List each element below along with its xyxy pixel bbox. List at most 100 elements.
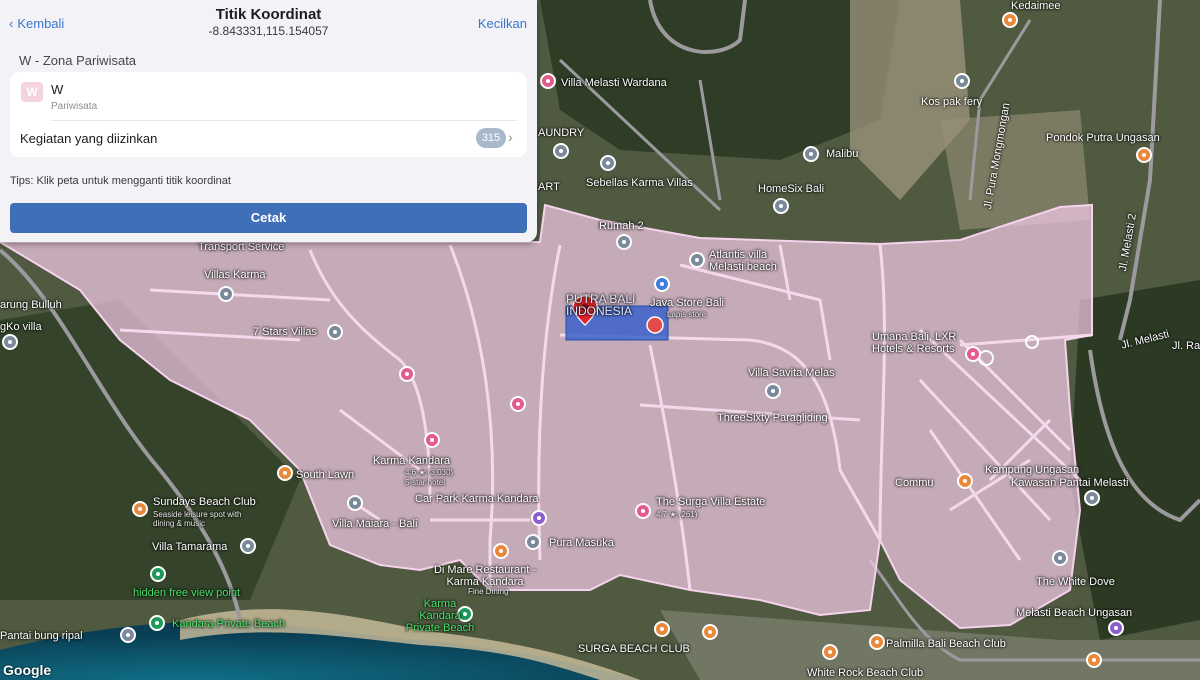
restaurant-icon[interactable] <box>702 624 718 640</box>
restaurant-icon[interactable] <box>132 501 148 517</box>
map-label: arung Bulluh <box>0 299 62 311</box>
map-label: Melasti Beach Ungasan <box>1016 607 1133 619</box>
allowed-activities-label: Kegiatan yang diizinkan <box>20 131 158 146</box>
restaurant-icon[interactable] <box>957 473 973 489</box>
panel-title: Titik Koordinat <box>215 6 322 23</box>
selected-area-badge <box>646 316 664 334</box>
map-label: 7 Stars Villas <box>253 326 317 338</box>
hotel-icon[interactable] <box>635 503 651 519</box>
map-label: Villa Savita Melas <box>748 367 835 379</box>
map-label: Villa Melasti Wardana <box>561 77 667 89</box>
map-label: 4.6 ★ (3,030) <box>405 468 454 477</box>
map-label: Transport Service <box>198 241 285 253</box>
minimize-button[interactable]: Kecilkan <box>478 16 527 31</box>
map-label: Commu <box>895 477 934 489</box>
map-label: Villas Karma <box>204 269 266 281</box>
restaurant-icon[interactable] <box>277 465 293 481</box>
restaurant-icon[interactable] <box>822 644 838 660</box>
map-label: Villa Tamarama <box>152 541 228 553</box>
coordinate-panel: ‹ Kembali Titik Koordinat -8.843331,115.… <box>0 0 537 242</box>
map-label: Umana Bali, LXR Hotels & Resorts <box>872 331 957 355</box>
worship-icon[interactable] <box>525 534 541 550</box>
map-label: ART <box>538 181 560 193</box>
hotel-icon[interactable] <box>424 432 440 448</box>
place-icon[interactable] <box>773 198 789 214</box>
place-icon[interactable] <box>1084 490 1100 506</box>
map-label: Pondok Putra Ungasan <box>1046 132 1160 144</box>
map-label: hidden free view point <box>133 587 241 599</box>
chevron-right-icon: › <box>508 129 513 145</box>
place-icon[interactable] <box>1052 550 1068 566</box>
map-label: Sebellas Karma Villas <box>586 177 693 189</box>
map-label: Sundays Beach Club <box>153 496 256 508</box>
place-icon[interactable] <box>347 495 363 511</box>
map-label: Kedaimee <box>1011 0 1061 12</box>
map-label: Di Mare Restaurant - Karma Kandara <box>433 564 537 588</box>
place-icon[interactable] <box>327 324 343 340</box>
print-button[interactable]: Cetak <box>10 203 527 233</box>
map-label: Kampung Ungasan <box>985 464 1080 476</box>
restaurant-icon[interactable] <box>1136 147 1152 163</box>
map-label: Jl. Ra <box>1172 340 1200 352</box>
beach-icon[interactable] <box>149 615 165 631</box>
place-icon[interactable] <box>1108 620 1124 636</box>
hotel-icon[interactable] <box>965 346 981 362</box>
coordinate-value: -8.843331,115.154057 <box>208 24 329 38</box>
map-label: The Surga Villa Estate <box>656 496 766 508</box>
place-icon[interactable] <box>240 538 256 554</box>
map-label: 4.7 ★ (261) <box>656 510 698 519</box>
zone-code: W <box>51 82 64 97</box>
map-label: 5-star hotel <box>405 478 446 487</box>
google-logo: Google <box>3 662 52 678</box>
map-label: Car Park Karma Kandara <box>415 493 539 505</box>
viewpoint-icon[interactable] <box>150 566 166 582</box>
place-icon[interactable] <box>616 234 632 250</box>
activities-count-badge: 315 <box>476 128 506 148</box>
store-icon[interactable] <box>654 276 670 292</box>
map-label: Kos pak fery <box>921 96 983 108</box>
map-label: Kawasan Pantai Melasti <box>1011 477 1129 489</box>
map-label: Malibu <box>826 148 859 160</box>
place-icon[interactable] <box>2 334 18 350</box>
hotel-icon[interactable] <box>540 73 556 89</box>
hotel-icon[interactable] <box>510 396 526 412</box>
map-label: Lapis store <box>667 310 707 319</box>
zone-name: Pariwisata <box>51 101 98 112</box>
zone-card: W W Pariwisata Kegiatan yang diizinkan 3… <box>10 72 527 157</box>
place-icon[interactable] <box>218 286 234 302</box>
place-icon[interactable] <box>689 252 705 268</box>
map-label: Java Store Bali <box>650 297 724 309</box>
place-icon[interactable] <box>600 155 616 171</box>
map-label: Fine Dining <box>468 587 509 596</box>
restaurant-icon[interactable] <box>493 543 509 559</box>
place-icon[interactable] <box>803 146 819 162</box>
place-icon[interactable] <box>954 73 970 89</box>
restaurant-icon[interactable] <box>869 634 885 650</box>
allowed-activities-row[interactable]: Kegiatan yang diizinkan 315 › <box>10 121 527 157</box>
parking-icon[interactable] <box>531 510 547 526</box>
map-label: South Lawn <box>296 469 355 481</box>
tips-text: Tips: Klik peta untuk mengganti titik ko… <box>10 175 231 187</box>
map-label: AUNDRY <box>538 127 585 139</box>
map-label: Karma Kandara <box>373 455 451 467</box>
hotel-icon[interactable] <box>399 366 415 382</box>
zone-badge: W <box>21 82 43 102</box>
restaurant-icon[interactable] <box>1086 652 1102 668</box>
place-icon[interactable] <box>765 383 781 399</box>
map-label: Seaside leisure spot with dining & music <box>153 510 242 528</box>
place-icon[interactable] <box>553 143 569 159</box>
restaurant-icon[interactable] <box>1002 12 1018 28</box>
map-label: White Rock Beach Club <box>807 667 924 679</box>
map-label: Atlantis villa Melasti beach <box>709 249 777 273</box>
map-label: Karma Kandara Private Beach <box>405 598 475 634</box>
map-label: Pantai bung ripal <box>0 630 83 642</box>
map-label: SURGA BEACH CLUB <box>578 643 690 655</box>
place-icon[interactable] <box>120 627 136 643</box>
map-label: Pura Masuka <box>549 537 614 549</box>
zone-section-title: W - Zona Pariwisata <box>19 53 137 68</box>
map-label: Kandara Private Beach <box>172 618 286 630</box>
map-label: gKo villa <box>0 321 42 333</box>
map-label: Rumah 2 <box>599 220 644 232</box>
map-label: HomeSix Bali <box>758 183 825 195</box>
restaurant-icon[interactable] <box>654 621 670 637</box>
